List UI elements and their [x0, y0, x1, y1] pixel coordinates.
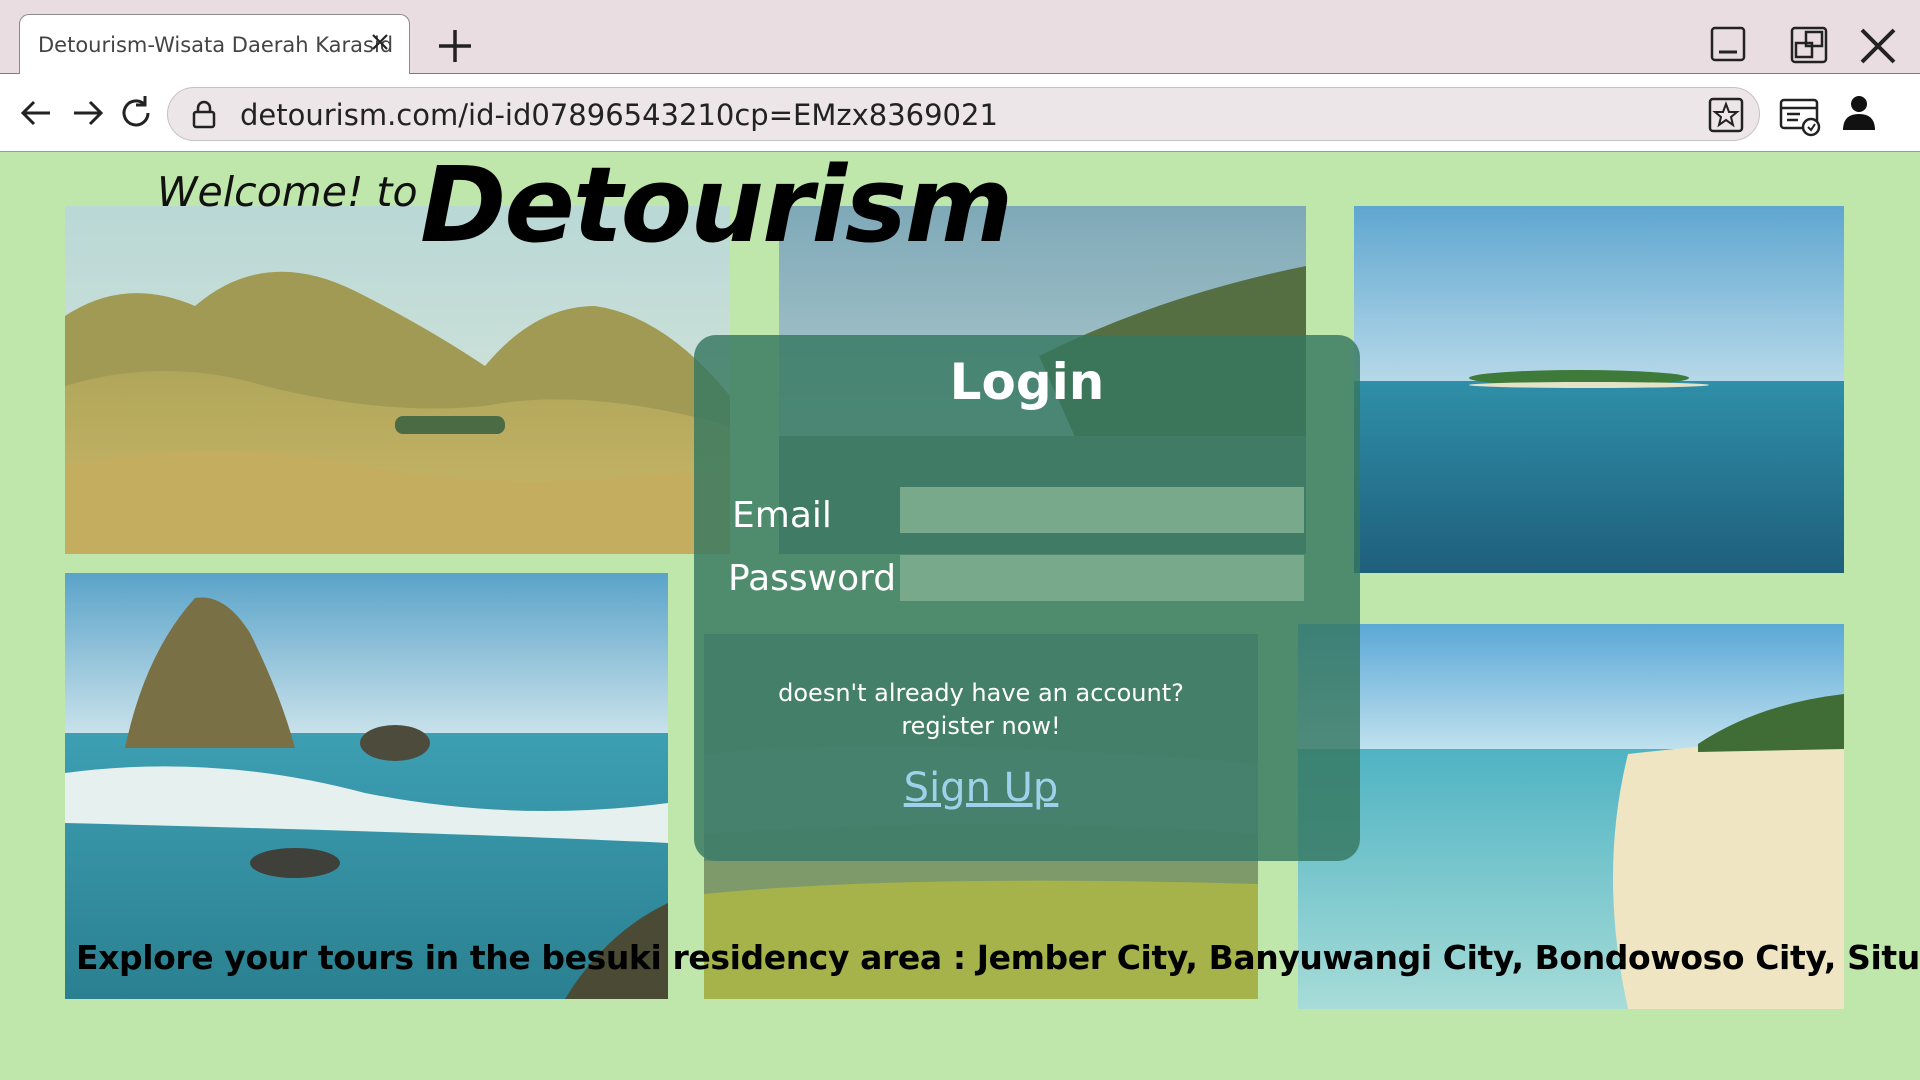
signup-prompt-line1: doesn't already have an account? [778, 679, 1184, 707]
signup-panel: doesn't already have an account? registe… [704, 635, 1258, 861]
extensions-icon[interactable] [1778, 94, 1824, 140]
restore-icon[interactable] [1786, 22, 1834, 70]
reload-icon[interactable] [115, 92, 157, 134]
url-text[interactable]: detourism.com/id-id07896543210cp=EMzx836… [240, 98, 998, 132]
back-icon[interactable] [16, 92, 58, 134]
login-card: Login Email Password doesn't already hav… [694, 335, 1360, 861]
browser-titlebar: Detourism-Wisata Daerah Karasid [0, 0, 1920, 75]
url-bar[interactable]: detourism.com/id-id07896543210cp=EMzx836… [167, 87, 1760, 141]
close-tab-icon[interactable] [369, 31, 391, 53]
forward-icon[interactable] [66, 92, 108, 134]
email-field[interactable] [900, 487, 1304, 533]
lock-icon [190, 99, 218, 129]
tab-title: Detourism-Wisata Daerah Karasid [38, 33, 394, 57]
signup-link[interactable]: Sign Up [704, 765, 1258, 811]
signup-prompt-line2: register now! [901, 712, 1061, 740]
login-title: Login [949, 353, 1105, 411]
new-tab-icon[interactable] [433, 24, 477, 68]
tagline: Explore your tours in the besuki residen… [76, 938, 1920, 977]
brand-title: Detourism [420, 152, 1013, 266]
rock-coast-photo [65, 573, 668, 999]
profile-icon[interactable] [1838, 92, 1880, 134]
minimize-icon[interactable] [1704, 22, 1752, 70]
close-window-icon[interactable] [1854, 22, 1902, 70]
page-body: Welcome! to Detourism Login Email Passwo… [0, 152, 1920, 1080]
island-photo [1354, 206, 1844, 573]
password-field[interactable] [900, 555, 1304, 601]
browser-toolbar: detourism.com/id-id07896543210cp=EMzx836… [0, 74, 1920, 152]
welcome-text: Welcome! to [157, 168, 418, 216]
password-label: Password [728, 558, 897, 599]
bookmark-star-icon[interactable] [1707, 96, 1745, 134]
browser-tab[interactable]: Detourism-Wisata Daerah Karasid [19, 14, 410, 75]
email-label: Email [732, 495, 832, 536]
